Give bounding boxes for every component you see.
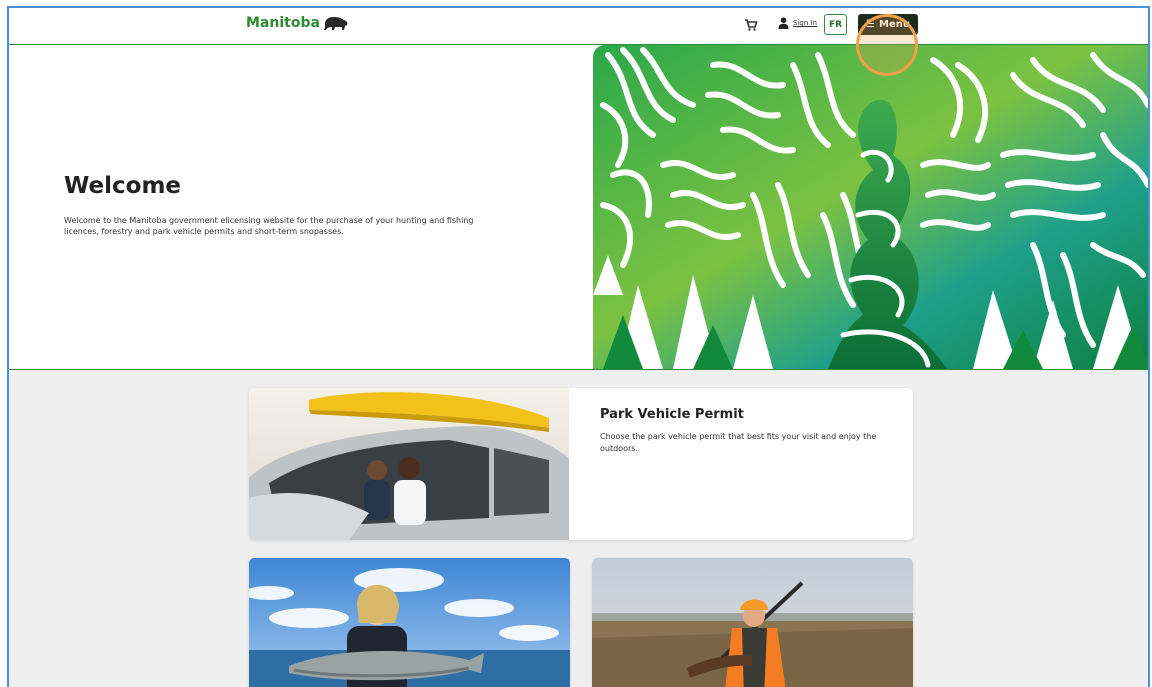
- fishing-licence-card[interactable]: [249, 558, 570, 687]
- car-passengers-photo: [249, 388, 569, 540]
- language-toggle-button[interactable]: FR: [824, 14, 847, 35]
- menu-label: Menu: [878, 19, 910, 30]
- angler-fish-photo: [249, 558, 570, 687]
- user-icon: [778, 17, 789, 29]
- logo-text: Manitoba: [246, 15, 320, 31]
- hero-description: Welcome to the Manitoba government elice…: [64, 216, 474, 236]
- browser-viewport: Manitoba Sign In FR ☰ Menu Welcome Welco…: [7, 6, 1150, 687]
- site-header: Manitoba Sign In FR ☰ Menu: [9, 8, 1148, 45]
- cart-icon[interactable]: [744, 18, 758, 32]
- bison-icon: [323, 17, 348, 30]
- park-permit-description: Choose the park vehicle permit that best…: [600, 432, 877, 453]
- forest-artwork: [593, 45, 1148, 369]
- park-vehicle-permit-card[interactable]: Park Vehicle Permit Choose the park vehi…: [249, 388, 913, 540]
- manitoba-logo[interactable]: Manitoba: [246, 15, 349, 31]
- sign-in-link[interactable]: Sign In: [778, 17, 817, 29]
- hunting-licence-card[interactable]: [592, 558, 913, 687]
- hero-section: Welcome Welcome to the Manitoba governme…: [9, 45, 1148, 370]
- page-title: Welcome: [64, 173, 182, 199]
- hamburger-icon: ☰: [866, 19, 875, 30]
- menu-button[interactable]: ☰ Menu: [858, 14, 918, 35]
- sign-in-label: Sign In: [793, 19, 817, 27]
- park-permit-title[interactable]: Park Vehicle Permit: [600, 407, 744, 422]
- hunter-photo: [592, 558, 913, 687]
